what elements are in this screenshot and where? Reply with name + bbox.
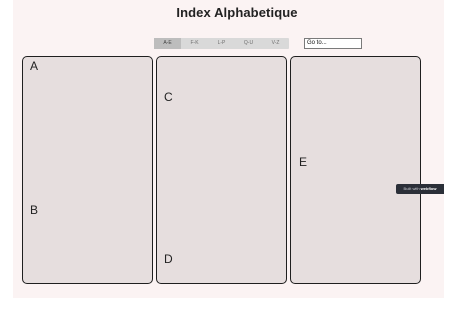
page: Index Alphabetique A-E F-K L-P Q-U V-Z G… xyxy=(0,0,474,313)
goto-select[interactable]: Go to... xyxy=(304,38,362,49)
tab-q-u[interactable]: Q-U xyxy=(235,38,262,49)
index-column-2: C D xyxy=(156,56,287,284)
tab-l-p[interactable]: L-P xyxy=(208,38,235,49)
tab-f-k[interactable]: F-K xyxy=(181,38,208,49)
letter-a-heading[interactable]: A xyxy=(30,59,38,73)
letter-d-heading[interactable]: D xyxy=(164,252,173,266)
index-column-1: A B xyxy=(22,56,153,284)
badge-prefix: Built with xyxy=(403,186,421,191)
page-title: Index Alphabetique xyxy=(176,5,298,20)
letter-b-heading[interactable]: B xyxy=(30,203,38,217)
badge-brand: webflow xyxy=(420,186,437,191)
tab-v-z[interactable]: V-Z xyxy=(262,38,289,49)
tab-a-e[interactable]: A-E xyxy=(154,38,181,49)
webflow-badge[interactable]: Built with webflow xyxy=(396,184,444,194)
letter-e-heading[interactable]: E xyxy=(299,155,307,169)
index-column-3: E xyxy=(290,56,421,284)
letter-c-heading[interactable]: C xyxy=(164,90,173,104)
letter-range-tabs: A-E F-K L-P Q-U V-Z xyxy=(154,38,289,49)
